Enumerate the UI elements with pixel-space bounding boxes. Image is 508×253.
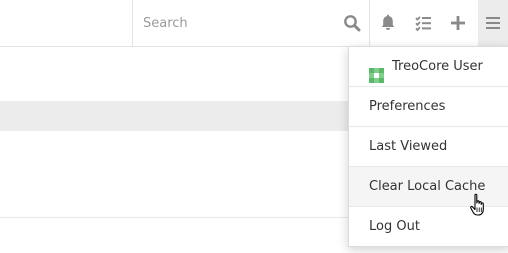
search-icon[interactable] xyxy=(343,14,361,32)
avatar xyxy=(369,60,384,83)
menu-item-label: Log Out xyxy=(369,219,420,234)
top-navbar xyxy=(0,0,508,47)
hamburger-menu-icon xyxy=(481,11,505,35)
menu-item-user-profile[interactable]: TreoCore User xyxy=(349,47,508,87)
menu-item-preferences[interactable]: Preferences xyxy=(349,87,508,127)
user-name-label: TreoCore User xyxy=(392,59,483,74)
menu-item-label: Preferences xyxy=(369,99,446,114)
search-input[interactable] xyxy=(143,13,333,33)
hand-pointer-cursor-icon xyxy=(469,193,487,217)
menu-item-last-viewed[interactable]: Last Viewed xyxy=(349,127,508,167)
menu-item-label: Last Viewed xyxy=(369,139,448,154)
task-list-icon[interactable] xyxy=(411,11,435,35)
hamburger-menu-button[interactable] xyxy=(478,0,508,47)
page: TreoCore User Preferences Last Viewed Cl… xyxy=(0,0,508,253)
bell-icon[interactable] xyxy=(376,11,400,35)
plus-icon[interactable] xyxy=(446,11,470,35)
menu-item-label: Clear Local Cache xyxy=(369,179,486,194)
global-search xyxy=(132,0,370,47)
